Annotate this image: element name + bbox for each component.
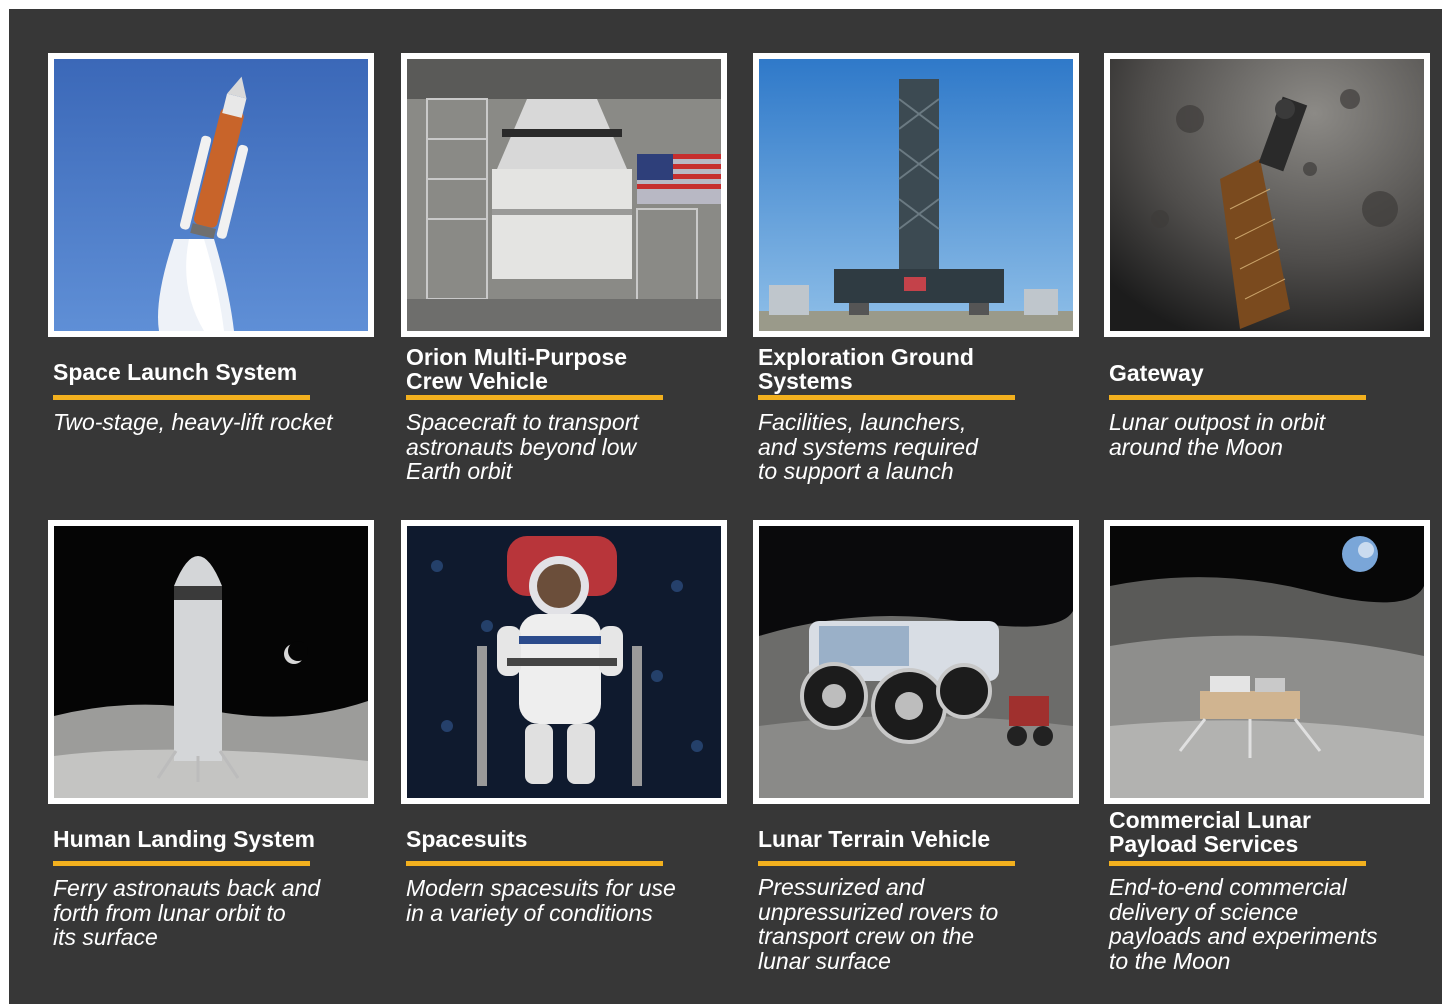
card-description: Modern spacesuits for use in a variety o… [406, 875, 676, 926]
launch-tower-icon [759, 59, 1073, 331]
image-frame [753, 520, 1079, 804]
card-description: End-to-end commercial delivery of scienc… [1109, 874, 1378, 974]
accent-divider [758, 395, 1015, 400]
card-title: Space Launch System [53, 359, 298, 385]
capsule-icon [407, 59, 721, 331]
spacesuit-icon [407, 526, 721, 798]
accent-divider [406, 395, 663, 400]
accent-divider [53, 395, 310, 400]
image-frame [48, 53, 374, 337]
card-description: Two-stage, heavy-lift rocket [53, 409, 333, 435]
image-frame [753, 53, 1079, 337]
accent-divider [758, 861, 1015, 866]
rocket-icon [54, 59, 368, 331]
card-title: Human Landing System [53, 826, 315, 852]
card-title: Spacesuits [406, 826, 528, 852]
image-frame [401, 53, 727, 337]
card-description: Facilities, launchers, and systems requi… [758, 409, 978, 484]
card-description: Pressurized and unpressurized rovers to … [758, 874, 999, 974]
card-title: Orion Multi-Purpose Crew Vehicle [406, 344, 628, 394]
space-station-icon [1110, 59, 1424, 331]
image-frame [401, 520, 727, 804]
image-frame [1104, 53, 1430, 337]
card-description: Lunar outpost in orbit around the Moon [1109, 409, 1326, 460]
accent-divider [406, 861, 663, 866]
card-title: Commercial Lunar Payload Services [1109, 807, 1311, 857]
card-description: Spacecraft to transport astronauts beyon… [406, 409, 639, 484]
card-title: Gateway [1109, 360, 1204, 386]
rover-icon [759, 526, 1073, 798]
card-description: Ferry astronauts back and forth from lun… [53, 875, 321, 950]
accent-divider [1109, 395, 1366, 400]
card-title: Exploration Ground Systems [758, 344, 974, 394]
accent-divider [1109, 861, 1366, 866]
card-title: Lunar Terrain Vehicle [758, 826, 991, 852]
image-frame [1104, 520, 1430, 804]
image-frame [48, 520, 374, 804]
payload-lander-icon [1110, 526, 1424, 798]
accent-divider [53, 861, 310, 866]
overview-panel: Space Launch System Two-stage, heavy-lif… [9, 9, 1442, 1004]
lander-icon [54, 526, 368, 798]
